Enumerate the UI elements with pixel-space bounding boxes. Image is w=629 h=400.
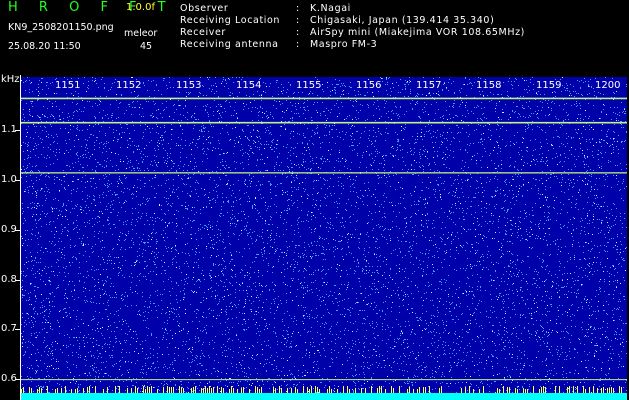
y-tick-mark [15, 130, 20, 131]
info-label: Receiving Location [180, 15, 281, 26]
mode-value: 45 [140, 41, 153, 52]
info-location: Receiving Location: Chigasaki, Japan (139… [180, 15, 494, 26]
y-tick-mark [15, 230, 20, 231]
info-observer: Observer: K.Nagai [180, 3, 351, 14]
filename-label: KN9_2508201150.png [8, 22, 114, 33]
x-tick-label: 1153 [175, 80, 203, 91]
header: H R O F F T 1.0.0f KN9_2508201150.png 25… [0, 0, 629, 75]
y-axis-line [20, 75, 21, 400]
x-tick-label: 1155 [295, 80, 323, 91]
waterfall-canvas [21, 77, 627, 400]
bottom-band [21, 393, 627, 400]
info-sep: : [296, 39, 300, 50]
waterfall-background [21, 77, 627, 400]
x-tick-label: 1152 [115, 80, 143, 91]
x-tick-label: 1151 [54, 80, 82, 91]
info-sep: : [296, 15, 300, 26]
mode-label: meleor [124, 28, 158, 39]
info-value: Maspro FM-3 [310, 39, 378, 50]
y-tick-mark [15, 180, 20, 181]
info-label: Receiving antenna [180, 39, 279, 50]
info-value: AirSpy mini (Miakejima VOR 108.65MHz) [310, 27, 525, 38]
x-tick-label: 1159 [535, 80, 563, 91]
y-tick-mark [15, 329, 20, 330]
info-receiver: Receiver: AirSpy mini (Miakejima VOR 108.… [180, 27, 525, 38]
info-label: Receiver [180, 27, 226, 38]
x-tick-label: 1157 [415, 80, 443, 91]
y-tick-mark [15, 379, 20, 380]
y-tick-mark [15, 280, 20, 281]
info-sep: : [296, 3, 300, 14]
version-label: 1.0.0f [126, 2, 155, 13]
x-tick-label: 1200 [594, 80, 622, 91]
x-tick-label: 1154 [235, 80, 263, 91]
info-label: Observer [180, 3, 229, 14]
x-tick-label: 1156 [355, 80, 383, 91]
info-value: K.Nagai [310, 3, 351, 14]
info-value: Chigasaki, Japan (139.414 35.340) [310, 15, 495, 26]
y-axis-unit: kHz [1, 74, 20, 85]
info-sep: : [296, 27, 300, 38]
waterfall-plot [21, 77, 627, 400]
timestamp-label: 25.08.20 11:50 [8, 41, 81, 52]
info-antenna: Receiving antenna: Maspro FM-3 [180, 39, 377, 50]
x-tick-label: 1158 [475, 80, 503, 91]
